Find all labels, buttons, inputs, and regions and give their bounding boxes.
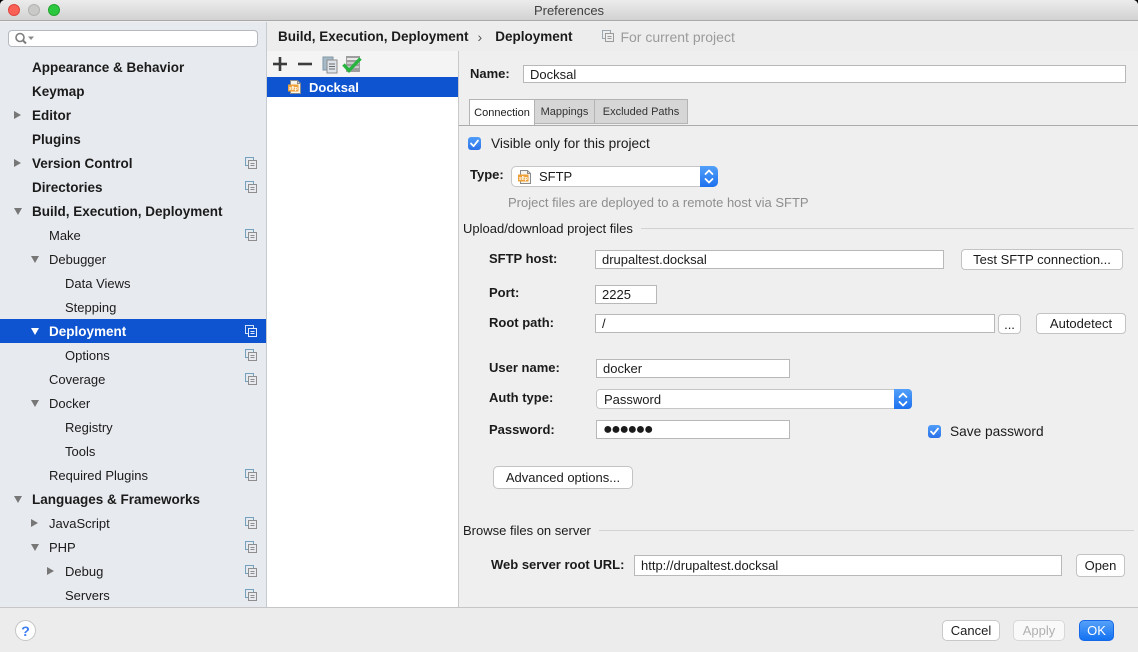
svg-text:sftp: sftp <box>289 86 298 92</box>
svg-text:sftp: sftp <box>519 175 528 181</box>
